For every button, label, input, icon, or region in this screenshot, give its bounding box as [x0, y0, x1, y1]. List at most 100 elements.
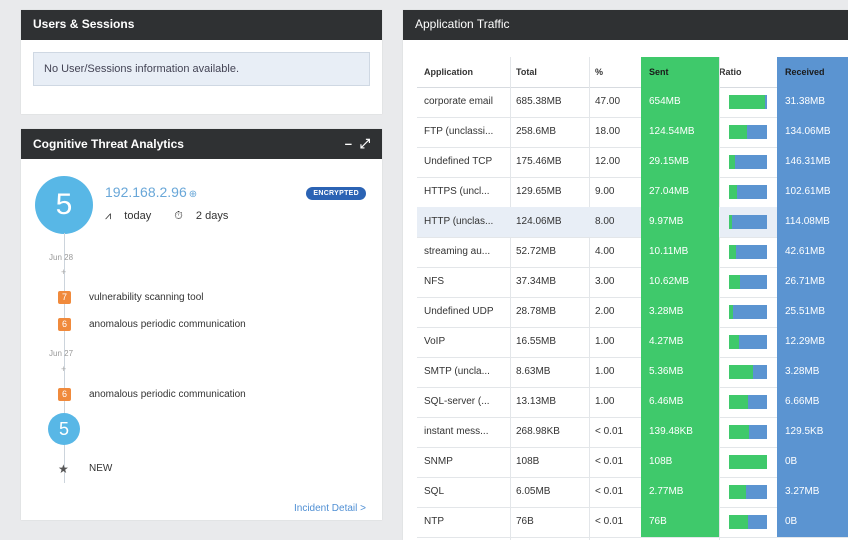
- info-icon[interactable]: ⊕: [189, 189, 197, 200]
- ratio-bar: [729, 365, 767, 379]
- today-label: today: [124, 210, 152, 222]
- info-message: No User/Sessions information available.: [33, 52, 370, 86]
- column-header-sent[interactable]: Sent: [641, 57, 719, 87]
- table-row[interactable]: streaming au... 52.72MB 4.00 10.11MB 42.61MB: [417, 237, 848, 268]
- incident-detail-link[interactable]: Incident Detail >: [294, 503, 366, 514]
- cell-sent: 5.36MB: [641, 357, 719, 387]
- cell-sent: 10.62MB: [641, 267, 719, 297]
- cell-sent: 124.54MB: [641, 117, 719, 147]
- cell-percent: < 0.01: [595, 456, 624, 467]
- table-row[interactable]: SMTP (uncla... 8.63MB 1.00 5.36MB 3.28MB: [417, 357, 848, 388]
- cell-application: VoIP: [424, 336, 446, 347]
- cell-total: 108B: [516, 456, 540, 467]
- table-row[interactable]: HTTPS (uncl... 129.65MB 9.00 27.04MB 102.61M…: [417, 177, 848, 208]
- table-row[interactable]: NTP 76B < 0.01 76B 0B: [417, 507, 848, 538]
- ratio-bar: [729, 455, 767, 469]
- cell-sent: 29.15MB: [641, 147, 719, 177]
- cell-sent: 139.48KB: [641, 417, 719, 447]
- event-text[interactable]: anomalous periodic communication: [89, 319, 246, 330]
- cell-application: SNMP: [424, 456, 453, 467]
- event-text[interactable]: vulnerability scanning tool: [89, 292, 204, 303]
- cell-received: 129.5KB: [777, 417, 848, 447]
- cell-percent: < 0.01: [595, 486, 624, 497]
- cell-percent: 12.00: [595, 156, 621, 167]
- cell-percent: 1.00: [595, 336, 615, 347]
- column-header-application[interactable]: Application: [424, 57, 510, 87]
- ratio-bar: [729, 485, 767, 499]
- cell-ratio: [719, 507, 777, 537]
- panel-title: Cognitive Threat Analytics: [33, 137, 184, 151]
- cell-ratio: [719, 297, 777, 327]
- cell-application: streaming au...: [424, 246, 491, 257]
- star-icon: ★: [58, 462, 69, 476]
- cell-application: HTTP (unclas...: [424, 216, 494, 227]
- ratio-bar-fill: [729, 335, 739, 349]
- expand-icon[interactable]: ⤢: [360, 136, 372, 151]
- timeline-date: Jun 27: [49, 349, 74, 358]
- cell-ratio: [719, 417, 777, 447]
- column-header-total[interactable]: Total: [516, 57, 586, 87]
- ratio-bar: [729, 275, 767, 289]
- table-row[interactable]: corporate email 685.38MB 47.00 654MB 31.38MB: [417, 87, 848, 118]
- event-text[interactable]: anomalous periodic communication: [89, 389, 246, 400]
- cell-percent: 2.00: [595, 306, 615, 317]
- host-ip-link[interactable]: 192.168.2.96 ⊕: [105, 184, 197, 200]
- cell-sent: 27.04MB: [641, 177, 719, 207]
- cell-total: 685.38MB: [516, 96, 562, 107]
- cell-ratio: [719, 147, 777, 177]
- ratio-bar: [729, 245, 767, 259]
- column-header-received[interactable]: Received: [777, 57, 848, 87]
- ratio-bar: [729, 155, 767, 169]
- panel-controls[interactable]: – ⤢: [345, 129, 372, 159]
- table-row[interactable]: VoIP 16.55MB 1.00 4.27MB 12.29MB: [417, 327, 848, 358]
- cell-application: Undefined TCP: [424, 156, 493, 167]
- minimize-icon[interactable]: –: [345, 136, 354, 151]
- cell-sent: 76B: [641, 507, 719, 537]
- ratio-bar-fill: [729, 425, 749, 439]
- ratio-bar-fill: [729, 95, 765, 109]
- host-ip[interactable]: 192.168.2.96: [105, 184, 187, 200]
- cell-percent: 1.00: [595, 396, 615, 407]
- threat-score-small-circle: 5: [48, 413, 80, 445]
- cell-total: 268.98KB: [516, 426, 560, 437]
- cell-sent: 108B: [641, 447, 719, 477]
- cell-ratio: [719, 177, 777, 207]
- cell-sent: 9.97MB: [641, 207, 719, 237]
- ratio-bar: [729, 395, 767, 409]
- cell-received: 0B: [777, 507, 848, 537]
- table-row[interactable]: SQL 6.05MB < 0.01 2.77MB 3.27MB: [417, 477, 848, 508]
- cell-received: 146.31MB: [777, 147, 848, 177]
- table-row[interactable]: SQL-server (... 13.13MB 1.00 6.46MB 6.66MB: [417, 387, 848, 418]
- event-score-badge: 6: [58, 318, 71, 331]
- cell-total: 37.34MB: [516, 276, 557, 287]
- table-row[interactable]: instant mess... 268.98KB < 0.01 139.48KB 129…: [417, 417, 848, 448]
- cell-sent: 4.27MB: [641, 327, 719, 357]
- ratio-bar-fill: [729, 155, 735, 169]
- table-row[interactable]: NFS 37.34MB 3.00 10.62MB 26.71MB: [417, 267, 848, 298]
- column-header-percent[interactable]: %: [595, 57, 641, 87]
- cell-ratio: [719, 237, 777, 267]
- cell-application: Undefined UDP: [424, 306, 494, 317]
- ratio-bar-fill: [729, 485, 746, 499]
- cell-ratio: [719, 447, 777, 477]
- table-row[interactable]: SNMP 108B < 0.01 108B 0B: [417, 447, 848, 478]
- panel-header: Cognitive Threat Analytics – ⤢: [21, 129, 382, 159]
- cell-percent: 18.00: [595, 126, 621, 137]
- ratio-bar: [729, 185, 767, 199]
- table-row[interactable]: FTP (unclassi... 258.6MB 18.00 124.54MB 134.…: [417, 117, 848, 148]
- cell-application: SMTP (uncla...: [424, 366, 490, 377]
- cell-total: 175.46MB: [516, 156, 562, 167]
- users-sessions-panel: Users & Sessions No User/Sessions inform…: [21, 10, 382, 114]
- ratio-bar-fill: [729, 455, 767, 469]
- cognitive-threat-analytics-panel: Cognitive Threat Analytics – ⤢ 5 192.168…: [21, 129, 382, 520]
- column-header-ratio[interactable]: Ratio: [719, 57, 777, 87]
- ratio-bar-fill: [729, 305, 733, 319]
- cell-application: HTTPS (uncl...: [424, 186, 490, 197]
- table-row[interactable]: Undefined TCP 175.46MB 12.00 29.15MB 146.31M…: [417, 147, 848, 178]
- table-row[interactable]: HTTP (unclas... 124.06MB 8.00 9.97MB 114.08M…: [417, 207, 848, 238]
- cell-ratio: [719, 327, 777, 357]
- table-row[interactable]: Undefined UDP 28.78MB 2.00 3.28MB 25.51MB: [417, 297, 848, 328]
- ratio-bar-fill: [729, 215, 732, 229]
- timeline-date: Jun 28: [49, 253, 74, 262]
- cell-application: NTP: [424, 516, 444, 527]
